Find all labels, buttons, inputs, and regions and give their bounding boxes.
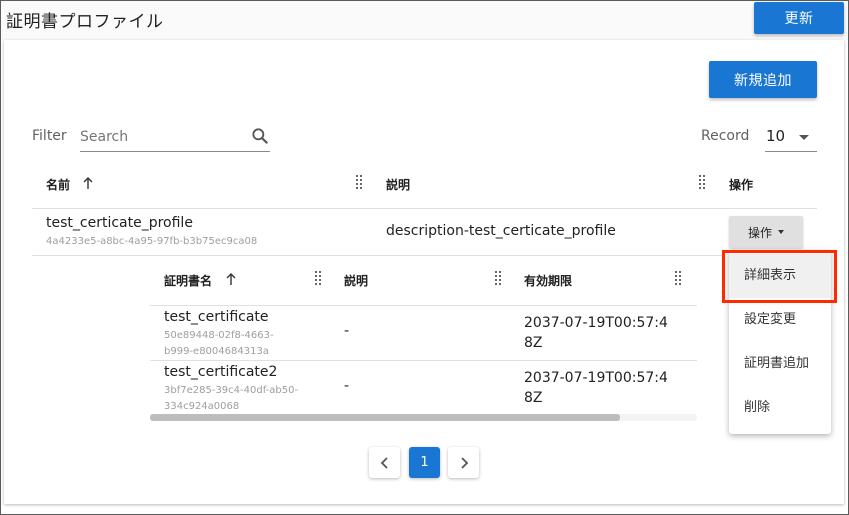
chevron-left-icon [380, 456, 388, 469]
page-title: 証明書プロファイル [6, 12, 164, 32]
table-divider [150, 360, 697, 361]
actions-button[interactable]: 操作 [729, 216, 803, 248]
column-header-name[interactable]: 名前 [46, 176, 70, 193]
certificate-description: - [344, 378, 350, 394]
profile-id: 4a4233e5-a8bc-4a95-97fb-b3b75ec9ca08 [46, 236, 258, 247]
search-icon[interactable] [250, 126, 270, 146]
page-header: 証明書プロファイル [1, 1, 848, 40]
profile-name: test_certicate_profile [46, 215, 193, 231]
menu-item-settings[interactable]: 設定変更 [729, 298, 831, 342]
caret-down-icon [799, 135, 809, 140]
certificate-expiry: 8Z [524, 390, 543, 406]
certificate-description: - [344, 323, 350, 339]
column-resize-icon[interactable] [355, 174, 363, 192]
subcolumn-header-description: 説明 [344, 274, 369, 288]
page-button-current[interactable]: 1 [409, 447, 440, 478]
actions-button-label: 操作 [747, 225, 772, 240]
horizontal-scrollbar-thumb[interactable] [150, 414, 620, 421]
menu-item-add-certificate[interactable]: 証明書追加 [729, 342, 831, 386]
certificate-name: test_certificate [164, 309, 269, 325]
subcolumn-header-cert-name[interactable]: 証明書名 [164, 272, 212, 289]
profile-description: description-test_certicate_profile [386, 223, 616, 239]
refresh-button[interactable]: 更新 [754, 2, 844, 34]
chevron-right-icon [460, 456, 468, 469]
certificate-name: test_certificate2 [164, 364, 278, 380]
certificate-expiry: 2037-07-19T00:57:4 [524, 315, 668, 331]
column-resize-icon[interactable] [674, 270, 682, 288]
column-resize-icon[interactable] [314, 270, 322, 288]
search-input[interactable] [80, 126, 240, 148]
next-page-button[interactable] [448, 447, 479, 478]
filter-label: Filter [32, 128, 67, 144]
column-resize-icon[interactable] [494, 270, 502, 288]
certificate-id: b999-e8004684313a [164, 346, 269, 357]
add-new-button[interactable]: 新規追加 [709, 61, 817, 98]
certificate-id: 334c924a0068 [164, 401, 240, 412]
certificate-expiry: 2037-07-19T00:57:4 [524, 370, 668, 386]
certificate-id: 3bf7e285-39c4-40df-ab50- [164, 385, 299, 396]
menu-item-delete[interactable]: 削除 [729, 386, 831, 430]
column-header-actions: 操作 [729, 178, 754, 192]
table-divider [150, 305, 697, 306]
column-resize-icon[interactable] [698, 174, 706, 192]
record-value: 10 [766, 127, 786, 145]
sort-ascending-icon[interactable] [225, 272, 237, 286]
sort-ascending-icon[interactable] [82, 176, 94, 190]
record-label: Record [701, 128, 750, 144]
table-divider [32, 255, 722, 256]
certificate-expiry: 8Z [524, 335, 543, 351]
certificate-id: 50e89448-02f8-4663- [164, 330, 274, 341]
column-header-description: 説明 [386, 178, 411, 192]
highlight-box [722, 250, 837, 303]
caret-down-icon [778, 230, 784, 234]
previous-page-button[interactable] [369, 447, 400, 478]
content-card [4, 40, 844, 504]
record-select[interactable]: 10 [765, 124, 817, 152]
table-divider [32, 208, 817, 209]
search-field [80, 124, 270, 152]
subcolumn-header-expiry: 有効期限 [524, 274, 573, 288]
